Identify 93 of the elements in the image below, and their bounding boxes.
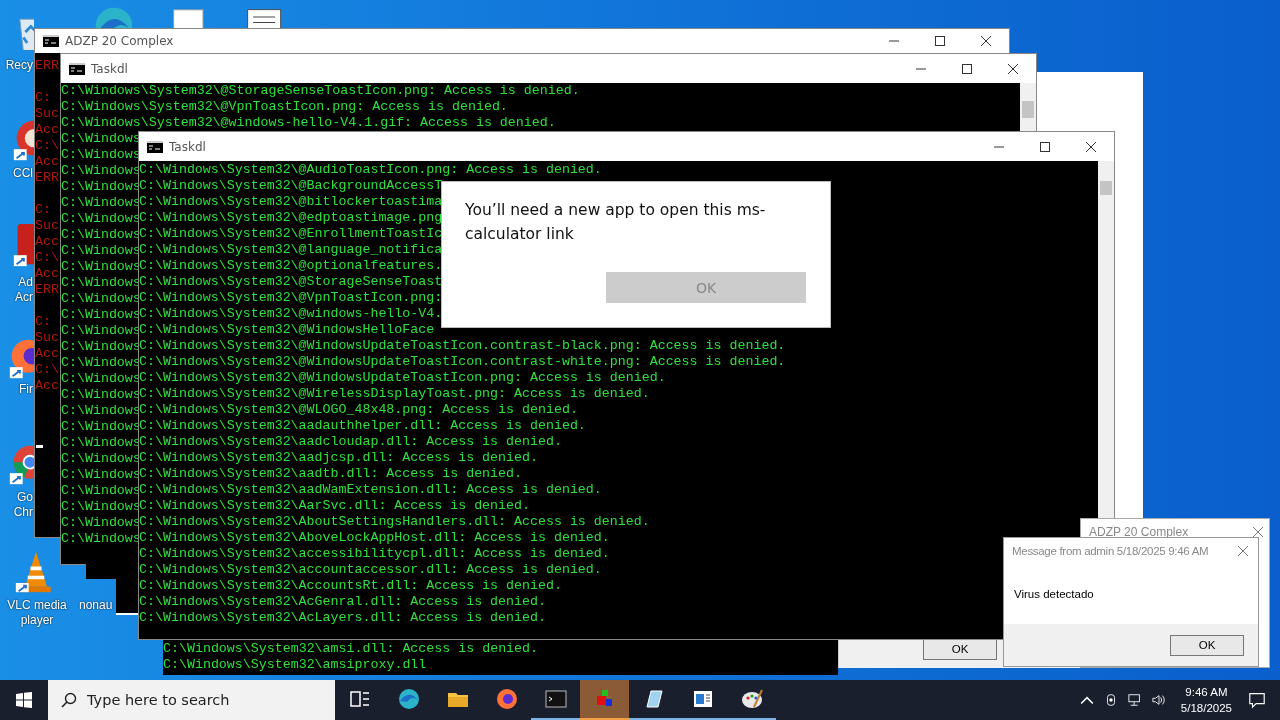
clock-date[interactable]: 5/18/2025 <box>1180 700 1232 716</box>
console-line: ERR <box>35 58 59 74</box>
console-line: C:\Windows\System32\amsiproxy.dll <box>163 657 427 673</box>
console-line: C:\Windows\System32\AboveLockAppHost.dll: Access is denied. <box>139 530 610 546</box>
console-line: C:\Windows\System32\@WindowsHelloFace <box>139 322 435 338</box>
console-line: C:\Windows\System32\AcGenral.dll: Access is denied. <box>139 594 546 610</box>
maximize-icon[interactable] <box>1040 141 1050 152</box>
ok-button[interactable]: OK <box>606 272 806 303</box>
console-line: C:\Windows\System32\AboutSettingsHandlers.dll: Access is denied. <box>139 514 650 530</box>
desktop-icon-label[interactable]: VLC media player <box>0 598 74 628</box>
browser-icon <box>396 687 421 711</box>
windows-logo-icon[interactable] <box>16 692 32 708</box>
maximize-icon[interactable] <box>935 36 945 46</box>
console-line: C:\Windows\System32\AccountsRt.dll: Access is denied. <box>139 578 562 594</box>
close-icon[interactable] <box>1086 141 1096 152</box>
desktop-icon-label[interactable]: Recy <box>0 58 33 73</box>
console-line: Suc <box>35 330 59 346</box>
palette-icon <box>739 687 764 711</box>
console-line: C:\Windows\System32\accessibilitycpl.dll: Access is denied. <box>139 546 610 562</box>
console-line: Acc <box>35 122 59 138</box>
volume-icon[interactable] <box>1151 693 1166 707</box>
console-line: C:\Windows\System32\@bitlockertoastima <box>139 194 443 210</box>
ok-button[interactable]: OK <box>1170 634 1244 656</box>
console-line: Acc <box>35 234 59 250</box>
console-line: C:\ <box>35 362 59 378</box>
network-icon[interactable] <box>1127 693 1142 707</box>
dialog-message: You’ll need a new app to open this ms-calculator link <box>465 200 767 245</box>
console-line: C:\Windows <box>61 147 141 163</box>
terminal-icon <box>543 687 568 711</box>
text-cursor <box>36 445 43 448</box>
console-line: C:\Windows\System32\aadWamExtension.dll: Access is denied. <box>139 482 602 498</box>
notification-icon[interactable] <box>1248 691 1266 709</box>
console-line: Acc <box>35 154 59 170</box>
desktop-icon-label[interactable]: CCl <box>0 166 33 181</box>
console-line: C:\Windows\System32\@EnrollmentToastIc <box>139 226 443 242</box>
console-line: Acc <box>35 346 59 362</box>
window-title: ADZP 20 Complex <box>65 34 174 48</box>
console-line: C:\Windows\System32\@StorageSenseToast <box>139 274 443 290</box>
console-line: C:\Windows\System32\@WindowsUpdateToastIcon.png: Access is denied. <box>139 370 666 386</box>
console-line: ERR <box>35 170 59 186</box>
desktop-icon-label[interactable]: Ad Acr <box>0 275 33 305</box>
console-line: Suc <box>35 106 59 122</box>
console-line: C:\Windows\System32\@VpnToastIcon.png: Access is denied. <box>61 99 508 115</box>
notepad-icon[interactable] <box>244 6 284 28</box>
console-line: C:\Windows\System32\@AudioToastIcon.png: Access is denied. <box>139 162 602 178</box>
console-line: C:\Windows\System32\aadjcsp.dll: Access is denied. <box>139 450 538 466</box>
console-line: ERR <box>35 282 59 298</box>
window-title: ADZP 20 Complex <box>1089 525 1189 539</box>
close-icon[interactable] <box>981 36 991 46</box>
console-icon <box>147 140 163 153</box>
console-line: Acc <box>35 378 59 394</box>
console-line: C:\Windows\System32\@VpnToastIcon.png: <box>139 290 443 306</box>
console-line: C:\Windows\System32\@windows-hello-V4. <box>139 306 443 322</box>
console-line: C:\Windows\System32\@StorageSenseToastIcon.png: Access is denied. <box>61 83 580 99</box>
desktop-icon-label[interactable]: Fir <box>0 382 33 397</box>
console-line: C:\Windows\System32\aadcloudap.dll: Access is denied. <box>139 434 562 450</box>
desktop-icon-label[interactable]: nonau <box>79 598 113 613</box>
search-field[interactable]: Type here to search <box>48 680 335 720</box>
window-title: Taskdl <box>169 139 206 154</box>
window-title: Taskdl <box>91 61 128 76</box>
console-line: C: <box>35 314 51 330</box>
console-line: C:\Windows\System32\@optionalfeatures. <box>139 258 443 274</box>
console-line: C: <box>35 90 51 106</box>
console-line: C: <box>35 202 51 218</box>
console-line: C:\ <box>35 138 59 154</box>
console-line: C:\Windows\System32\@WirelessDisplayToast.png: Access is denied. <box>139 386 650 402</box>
console-line: C:\Windows\System32\AcLayers.dll: Access is denied. <box>139 610 546 626</box>
console-line: C:\Windows\System32\@WindowsUpdateToastIcon.contrast-white.png: Access is denied. <box>139 354 786 370</box>
console-line: C:\Windows\System32\accountaccessor.dll: Access is denied. <box>139 562 602 578</box>
console-icon <box>69 62 85 75</box>
console-line: Acc <box>35 266 59 282</box>
search-icon <box>61 692 77 708</box>
console-icon <box>43 35 59 47</box>
console-line: C:\Windows\System32\@WLOGO_48x48.png: Access is denied. <box>139 402 578 418</box>
console-line: C:\ <box>35 250 59 266</box>
console-line: C:\Windows\System32\@WindowsUpdateToastIcon.contrast-black.png: Access is denied. <box>139 338 786 354</box>
console-line: C:\Windows\System32\aadauthhelper.dll: Access is denied. <box>139 418 586 434</box>
console-line: Suc <box>35 218 59 234</box>
console-line: C:\Windows\System32\@edptoastimage.png <box>139 210 443 226</box>
fox-icon <box>494 687 519 711</box>
clock-time[interactable]: 9:46 AM <box>1185 684 1228 700</box>
maximize-icon[interactable] <box>962 63 972 74</box>
desktop-icon-label[interactable]: Go Chr <box>0 490 33 520</box>
console-line: C:\Windows\System32\aadtb.dll: Access is denied. <box>139 466 522 482</box>
close-icon[interactable] <box>1008 63 1018 74</box>
message-text: Virus detectado <box>1013 587 1094 600</box>
console-line: C:\Windows\System32\amsi.dll: Access is denied. <box>163 641 539 657</box>
console-line: C:\Windows\System32\@windows-hello-V4.1.gif: Access is denied. <box>61 115 556 131</box>
console-line: C:\Windows <box>61 131 141 147</box>
window-title: Message from admin 5/18/2025 9:46 AM <box>1012 545 1209 557</box>
console-line: C:\Windows\System32\@language_notifica <box>139 242 443 258</box>
console-line: C:\Windows\System32\AarSvc.dll: Access is denied. <box>139 498 530 514</box>
ok-button[interactable]: OK <box>923 638 997 660</box>
